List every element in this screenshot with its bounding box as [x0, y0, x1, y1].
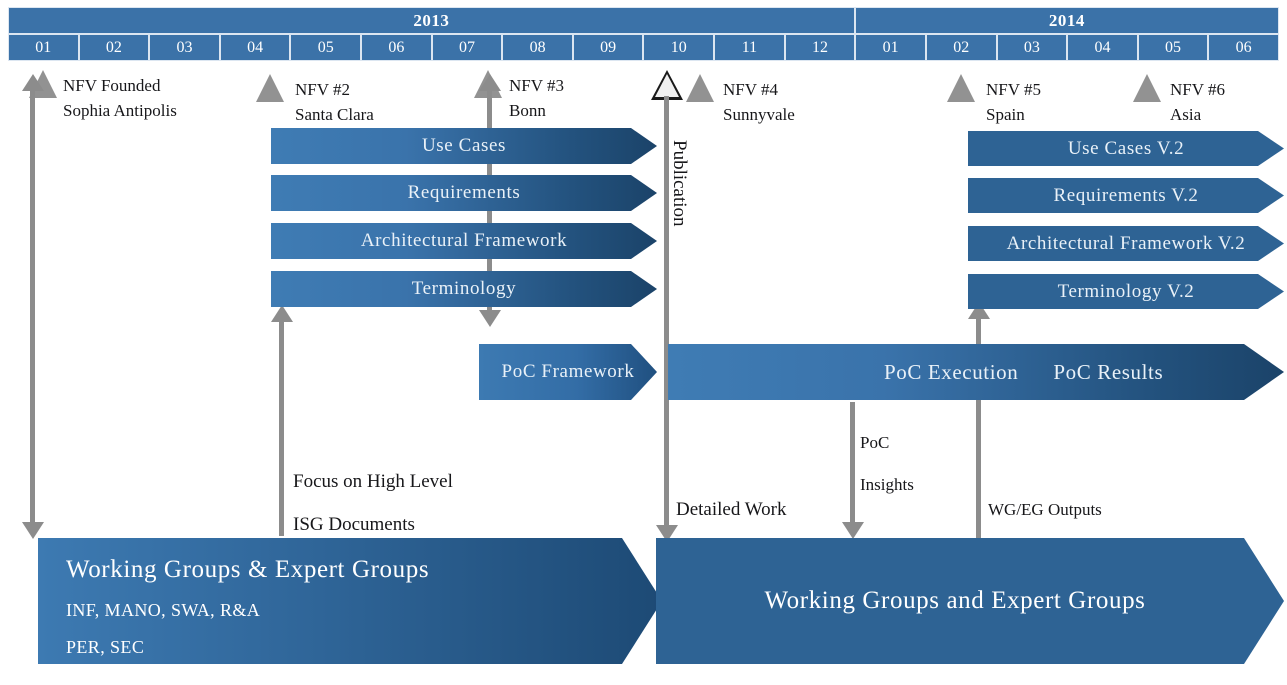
milestone-label-nfv-6: NFV #6 Asia	[1170, 78, 1225, 127]
timeline-months-row: 01 02 03 04 05 06 07 08 09 10 11 12 01 0…	[8, 34, 1279, 61]
milestone-label-line2: Santa Clara	[295, 104, 374, 124]
workstream-bar-architectural-framework-v2: Architectural Framework V.2	[968, 226, 1284, 261]
workstream-bar-terminology: Terminology	[271, 271, 657, 307]
timeline-month-2013-02: 02	[78, 34, 150, 61]
timeline-month-2013-08: 08	[502, 34, 573, 61]
milestone-label-line2: Sophia Antipolis	[63, 100, 177, 120]
timeline-month-2013-12: 12	[784, 34, 856, 61]
note-wg-eg-outputs: WG/EG Outputs	[988, 500, 1102, 519]
timeline-month-2014-05: 05	[1137, 34, 1209, 61]
workstream-label: Use Cases V.2	[1067, 137, 1185, 159]
milestone-label-line1: NFV #3	[509, 76, 564, 95]
working-groups-left-box: Working Groups & Expert Groups INF, MANO…	[38, 538, 662, 664]
milestone-label-line1: NFV #5	[986, 80, 1041, 99]
poc-execution-bar: PoC Execution PoC Results	[668, 344, 1284, 400]
timeline-month-2013-10: 10	[643, 34, 715, 61]
workstream-bar-requirements: Requirements	[271, 175, 657, 211]
timeline-years-row: 2013 2014	[8, 7, 1279, 34]
milestone-label-nfv-founded: NFV Founded Sophia Antipolis	[63, 74, 177, 123]
arrowhead-down-poc-framework	[479, 310, 501, 327]
timeline-month-2014-01: 01	[855, 34, 926, 61]
timeline-month-2013-06: 06	[361, 34, 432, 61]
milestone-marker-nfv-5	[947, 74, 975, 102]
timeline-month-2013-01: 01	[8, 34, 79, 61]
workstream-label: Terminology	[411, 278, 517, 299]
publication-label: Publication	[669, 140, 690, 227]
workstream-bar-use-cases-v2: Use Cases V.2	[968, 131, 1284, 166]
workstream-label: Requirements V.2	[1053, 184, 1199, 206]
milestone-marker-nfv-4	[686, 74, 714, 102]
timeline-month-2013-07: 07	[431, 34, 503, 61]
note-detailed-work: Detailed Work	[676, 499, 787, 520]
note-poc-insights: PoC Insights	[860, 430, 914, 497]
milestone-label-nfv-3: NFV #3 Bonn	[509, 74, 564, 123]
timeline-year-2014: 2014	[854, 7, 1279, 34]
poc-framework-bar: PoC Framework	[479, 344, 657, 400]
note-line1: PoC	[860, 433, 890, 452]
note-line2: ISG Documents	[293, 513, 415, 535]
note-focus-high-level: Focus on High Level ISG Documents	[293, 468, 453, 539]
milestone-label-line2: Bonn	[509, 100, 546, 120]
milestone-label-line2: Asia	[1170, 104, 1202, 124]
timeline-year-2013: 2013	[8, 7, 855, 34]
milestone-marker-nfv-2	[256, 74, 284, 102]
milestone-label-line1: NFV #2	[295, 80, 350, 99]
timeline-month-2013-09: 09	[572, 34, 644, 61]
working-groups-right-title: Working Groups and Expert Groups	[764, 587, 1146, 614]
working-groups-left-sub1: INF, MANO, SWA, R&A	[66, 600, 261, 620]
milestone-label-line1: NFV #4	[723, 80, 778, 99]
nfv-roadmap-diagram: 2013 2014 01 02 03 04 05 06 07 08 09 10 …	[0, 0, 1287, 685]
timeline-month-2014-03: 03	[996, 34, 1068, 61]
connector-line-isg-documents	[279, 320, 284, 536]
working-groups-left-title: Working Groups & Expert Groups	[66, 556, 430, 583]
timeline-month-2014-02: 02	[925, 34, 997, 61]
milestone-label-line2: Sunnyvale	[723, 104, 795, 124]
arrowhead-down-founding	[22, 522, 44, 539]
workstream-bar-use-cases: Use Cases	[271, 128, 657, 164]
note-line2: Insights	[860, 474, 914, 494]
timeline-month-2014-06: 06	[1208, 34, 1279, 61]
arrowhead-down-poc-insights	[842, 522, 864, 539]
poc-execution-label: PoC Execution	[884, 359, 1019, 384]
milestone-label-nfv-4: NFV #4 Sunnyvale	[723, 78, 795, 127]
connector-line-poc-insights	[850, 402, 855, 530]
timeline-month-2013-04: 04	[219, 34, 291, 61]
timeline-month-2013-03: 03	[149, 34, 220, 61]
milestone-label-line2: Spain	[986, 104, 1025, 124]
timeline-month-2014-04: 04	[1067, 34, 1138, 61]
timeline-month-2013-11: 11	[714, 34, 785, 61]
poc-results-label: PoC Results	[1053, 359, 1164, 384]
milestone-label-nfv-5: NFV #5 Spain	[986, 78, 1041, 127]
poc-framework-label: PoC Framework	[501, 361, 635, 382]
note-line1: Focus on High Level	[293, 471, 453, 492]
milestone-label-line1: NFV Founded	[63, 76, 161, 95]
milestone-marker-nfv-6	[1133, 74, 1161, 102]
workstream-label: Architectural Framework V.2	[1006, 232, 1246, 254]
working-groups-left-sub2: PER, SEC	[66, 637, 145, 657]
workstream-label: Use Cases	[421, 135, 507, 156]
workstream-bar-terminology-v2: Terminology V.2	[968, 274, 1284, 309]
working-groups-right-box: Working Groups and Expert Groups	[656, 538, 1284, 664]
workstream-bar-architectural-framework: Architectural Framework	[271, 223, 657, 259]
workstream-label: Requirements	[407, 182, 521, 203]
timeline-month-2013-05: 05	[290, 34, 362, 61]
milestone-label-nfv-2: NFV #2 Santa Clara	[295, 78, 374, 127]
workstream-label: Terminology V.2	[1057, 280, 1195, 302]
connector-line-founding	[30, 88, 35, 528]
milestone-label-line1: NFV #6	[1170, 80, 1225, 99]
workstream-label: Architectural Framework	[360, 230, 568, 251]
workstream-bar-requirements-v2: Requirements V.2	[968, 178, 1284, 213]
